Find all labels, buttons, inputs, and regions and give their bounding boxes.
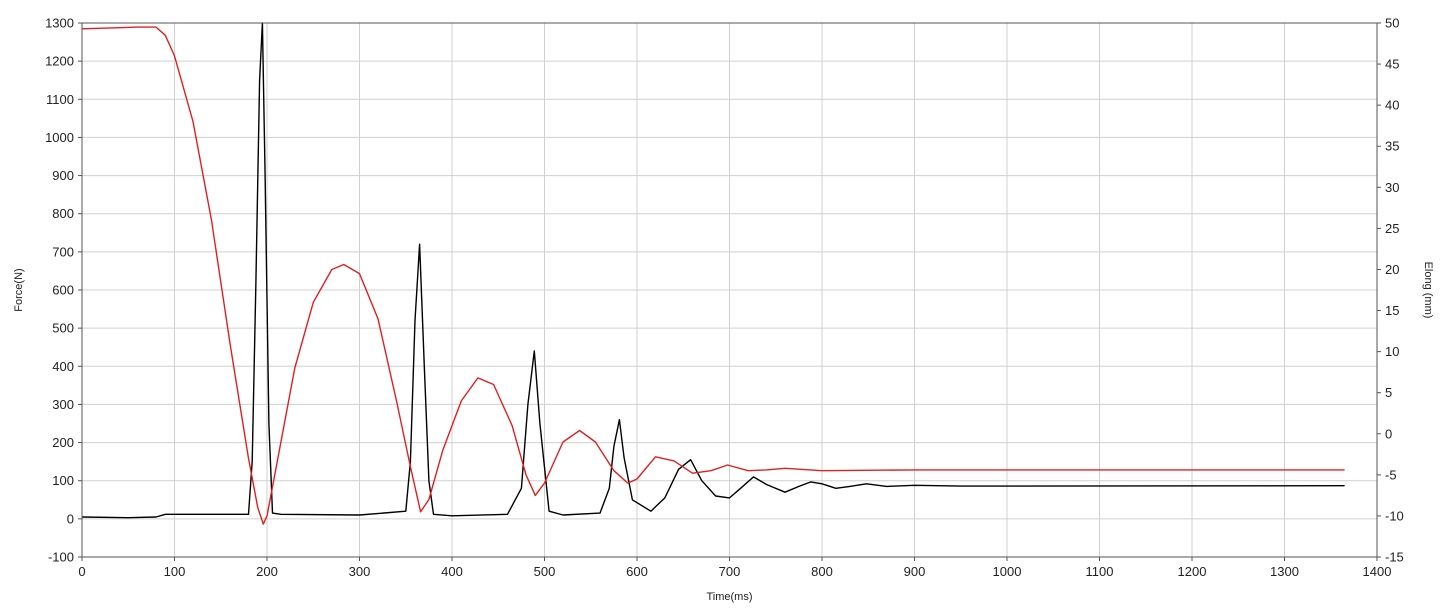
x-tick-label: 1000 — [993, 564, 1022, 579]
y2-tick-label: 0 — [1385, 426, 1392, 441]
y-tick-label: 100 — [52, 473, 74, 488]
x-tick-label: 700 — [719, 564, 741, 579]
plot-lines — [81, 22, 1345, 525]
x-tick-label: 500 — [534, 564, 556, 579]
y-tick-label: 1200 — [45, 54, 74, 69]
grid — [81, 22, 1378, 558]
x-axis-ticks: 0 100 200 300 400 500 600 700 800 900 1000 1100 1200… — [78, 557, 1391, 579]
y-tick-label: 400 — [52, 359, 74, 374]
y2-tick-label: 5 — [1385, 385, 1392, 400]
y-tick-label: 700 — [52, 244, 74, 259]
y-tick-label: 300 — [52, 397, 74, 412]
y-tick-label: 200 — [52, 435, 74, 450]
y2-axis-ticks: -15 -10 -5 0 5 10 15 20 25 30 35 40 45 50 — [1377, 16, 1404, 565]
y-tick-label: 1000 — [45, 130, 74, 145]
elong-series-line — [81, 26, 1345, 525]
force-series-line — [81, 22, 1345, 519]
y2-axis-title: Elong (mm) — [1422, 262, 1434, 319]
y2-tick-label: 35 — [1385, 139, 1399, 154]
x-tick-label: 1400 — [1363, 564, 1392, 579]
y-tick-label: 500 — [52, 321, 74, 336]
y-axis-ticks: -100 0 100 200 300 400 500 600 700 800 900 1000 1100… — [45, 16, 82, 565]
y2-tick-label: -10 — [1385, 508, 1404, 523]
y-tick-label: 1100 — [46, 92, 74, 107]
x-axis-title: Time(ms) — [706, 591, 752, 603]
y2-tick-label: 30 — [1385, 180, 1399, 195]
x-tick-label: 1200 — [1178, 564, 1207, 579]
chart: 0 100 200 300 400 500 600 700 800 900 1000 1100 1200… — [13, 16, 1434, 604]
x-tick-label: 300 — [349, 564, 371, 579]
x-tick-label: 900 — [904, 564, 926, 579]
x-tick-label: 100 — [164, 564, 186, 579]
x-tick-label: 800 — [811, 564, 833, 579]
y2-tick-label: 45 — [1385, 57, 1399, 72]
y-tick-label: 600 — [52, 283, 74, 298]
y2-tick-label: 15 — [1385, 303, 1399, 318]
y2-tick-label: 40 — [1385, 98, 1399, 113]
x-tick-label: 0 — [78, 564, 85, 579]
x-tick-label: 1300 — [1270, 564, 1299, 579]
y-axis-title: Force(N) — [13, 268, 25, 311]
y2-tick-label: 10 — [1385, 344, 1399, 359]
y-tick-label: 1300 — [45, 16, 74, 31]
x-tick-label: 1100 — [1086, 564, 1114, 579]
y2-tick-label: 25 — [1385, 221, 1399, 236]
y-tick-label: 0 — [67, 511, 74, 526]
x-tick-label: 400 — [441, 564, 463, 579]
y2-tick-label: 50 — [1385, 16, 1399, 31]
y-tick-label: 800 — [52, 206, 74, 221]
y-tick-label: 900 — [52, 168, 74, 183]
x-tick-label: 200 — [256, 564, 278, 579]
y2-tick-label: -15 — [1385, 550, 1404, 565]
y-tick-label: -100 — [48, 550, 74, 565]
x-tick-label: 600 — [626, 564, 648, 579]
y2-tick-label: -5 — [1385, 467, 1397, 482]
y2-tick-label: 20 — [1385, 262, 1399, 277]
